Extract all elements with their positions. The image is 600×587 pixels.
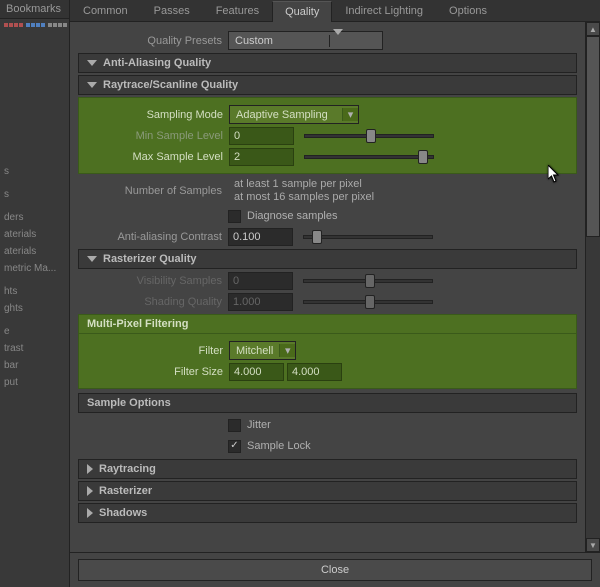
min-sample-slider[interactable]	[304, 134, 434, 138]
filter-dropdown[interactable]: Mitchell ▾	[229, 341, 296, 360]
bookmarks-toolbar	[0, 19, 69, 31]
section-raytracing[interactable]: Raytracing	[78, 459, 577, 479]
shading-quality-slider	[303, 300, 433, 304]
bookmark-item[interactable]: aterials	[0, 243, 69, 260]
vertical-scrollbar[interactable]: ▲ ▼	[585, 22, 600, 552]
max-sample-label: Max Sample Level	[79, 151, 229, 163]
bookmark-item[interactable]: metric Ma...	[0, 260, 69, 277]
bookmark-item[interactable]: put	[0, 374, 69, 391]
tab-common[interactable]: Common	[70, 0, 141, 21]
bookmark-item[interactable]: e	[0, 323, 69, 340]
section-sample-options[interactable]: Sample Options	[78, 393, 577, 413]
tab-options[interactable]: Options	[436, 0, 500, 21]
bookmarks-title: Bookmarks	[0, 0, 69, 19]
bookmark-item[interactable]: hts	[0, 283, 69, 300]
section-rasterizer-quality[interactable]: Rasterizer Quality	[78, 249, 577, 269]
section-shadows[interactable]: Shadows	[78, 503, 577, 523]
expand-icon	[87, 60, 97, 66]
tab-features[interactable]: Features	[203, 0, 272, 21]
quality-presets-label: Quality Presets	[78, 35, 228, 47]
scroll-down-arrow[interactable]: ▼	[586, 538, 600, 552]
section-anti-aliasing-quality[interactable]: Anti-Aliasing Quality	[78, 53, 577, 73]
quality-presets-dropdown[interactable]: Custom	[228, 31, 383, 50]
min-sample-input[interactable]	[229, 127, 294, 145]
jitter-checkbox[interactable]: Jitter	[228, 419, 271, 432]
shading-quality-label: Shading Quality	[78, 296, 228, 308]
bookmarks-list: ssdersaterialsaterialsmetric Ma...htsght…	[0, 31, 69, 587]
diagnose-samples-checkbox[interactable]: Diagnose samples	[228, 210, 338, 223]
collapse-icon	[87, 508, 93, 518]
filter-label: Filter	[79, 345, 229, 357]
bookmark-item[interactable]: aterials	[0, 226, 69, 243]
close-button[interactable]: Close	[78, 559, 592, 581]
collapse-icon	[87, 486, 93, 496]
section-rasterizer[interactable]: Rasterizer	[78, 481, 577, 501]
bookmark-item[interactable]: ghts	[0, 300, 69, 317]
expand-icon	[87, 256, 97, 262]
bookmark-item[interactable]: s	[0, 163, 69, 180]
filter-size-x-input[interactable]	[229, 363, 284, 381]
collapse-icon	[87, 464, 93, 474]
visibility-samples-label: Visibility Samples	[78, 275, 228, 287]
bookmark-item[interactable]: bar	[0, 357, 69, 374]
visibility-samples-input	[228, 272, 293, 290]
bookmark-item[interactable]: s	[0, 186, 69, 203]
quality-tab-content: Quality Presets Custom Anti-Aliasing Qua…	[70, 22, 585, 552]
checkbox-icon	[228, 419, 241, 432]
grid-icon-red[interactable]	[4, 23, 23, 27]
shading-quality-input	[228, 293, 293, 311]
bookmarks-panel: Bookmarks ssdersaterialsaterialsmetric M…	[0, 0, 70, 587]
tab-indirect-lighting[interactable]: Indirect Lighting	[332, 0, 436, 21]
chevron-down-icon	[329, 35, 345, 47]
section-raytrace-scanline[interactable]: Raytrace/Scanline Quality	[78, 75, 577, 95]
min-sample-label: Min Sample Level	[79, 130, 229, 142]
sample-lock-checkbox[interactable]: Sample Lock	[228, 440, 311, 453]
num-samples-label: Number of Samples	[78, 185, 228, 197]
aa-contrast-input[interactable]	[228, 228, 293, 246]
aa-contrast-slider[interactable]	[303, 235, 433, 239]
chevron-down-icon: ▾	[342, 108, 358, 121]
tab-passes[interactable]: Passes	[141, 0, 203, 21]
grid-icon-gray[interactable]	[48, 23, 67, 27]
expand-icon	[87, 82, 97, 88]
checkbox-icon	[228, 210, 241, 223]
highlighted-sampling-block: Sampling Mode Adaptive Sampling ▾ Min Sa…	[78, 97, 577, 174]
scroll-thumb[interactable]	[586, 36, 600, 237]
sampling-mode-label: Sampling Mode	[79, 109, 229, 121]
filter-size-y-input[interactable]	[287, 363, 342, 381]
filter-size-label: Filter Size	[79, 366, 229, 378]
scroll-track[interactable]	[586, 36, 600, 538]
grid-icon-blue[interactable]	[26, 23, 45, 27]
visibility-samples-slider	[303, 279, 433, 283]
num-samples-info: at least 1 sample per pixel at most 16 s…	[228, 178, 374, 204]
render-settings-dialog: Common Passes Features Quality Indirect …	[70, 0, 600, 587]
scroll-up-arrow[interactable]: ▲	[586, 22, 600, 36]
tab-bar: Common Passes Features Quality Indirect …	[70, 0, 600, 22]
max-sample-input[interactable]	[229, 148, 294, 166]
aa-contrast-label: Anti-aliasing Contrast	[78, 231, 228, 243]
bookmark-item[interactable]: ders	[0, 209, 69, 226]
sampling-mode-dropdown[interactable]: Adaptive Sampling ▾	[229, 105, 359, 124]
max-sample-slider[interactable]	[304, 155, 434, 159]
chevron-down-icon: ▾	[279, 344, 295, 357]
checkbox-icon	[228, 440, 241, 453]
section-multi-pixel-filtering[interactable]: Multi-Pixel Filtering	[78, 314, 577, 334]
bookmark-item[interactable]: trast	[0, 340, 69, 357]
tab-quality[interactable]: Quality	[272, 1, 332, 22]
